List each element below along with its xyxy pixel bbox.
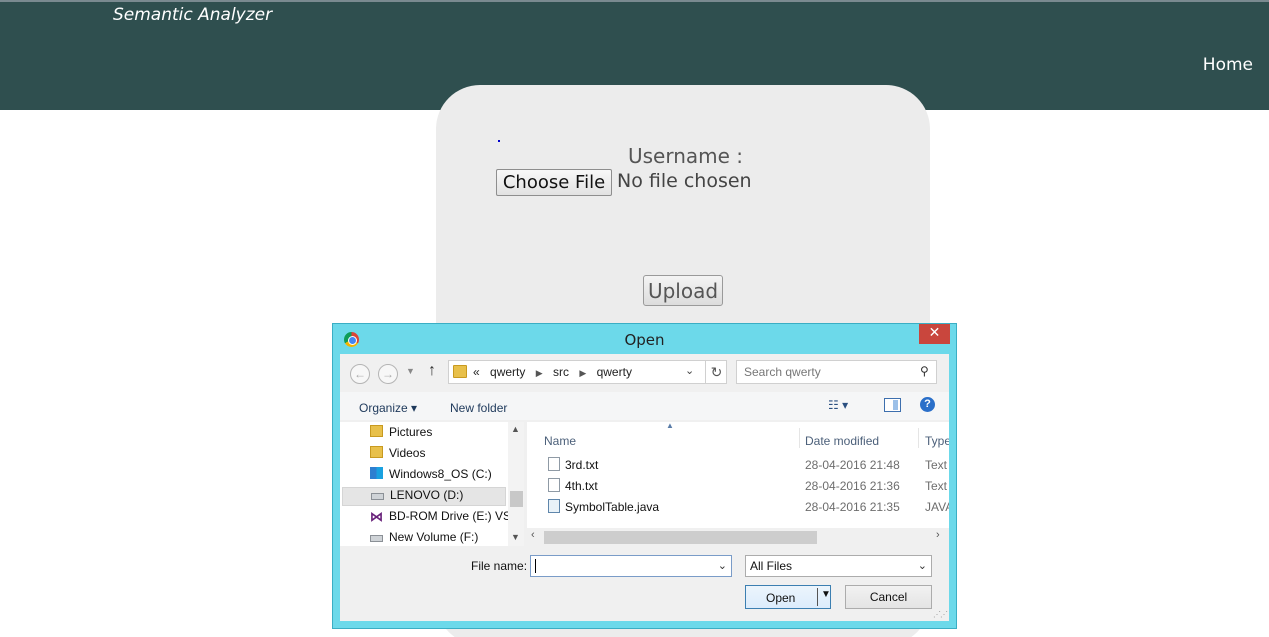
open-options-dropdown-icon[interactable]: ▼ [821, 589, 831, 600]
stray-dot [498, 140, 500, 142]
new-folder-button[interactable]: New folder [450, 401, 507, 415]
column-header-name[interactable]: Name [544, 434, 576, 448]
column-header-type[interactable]: Type [925, 434, 949, 448]
brand-title: Semantic Analyzer [113, 5, 273, 25]
windows-drive-icon [370, 467, 383, 479]
visual-studio-icon: ⋈ [370, 509, 383, 524]
nav-item-new-volume[interactable]: New Volume (F:) [370, 530, 508, 549]
file-name: 3rd.txt [565, 458, 599, 472]
dialog-body: ← → ▼ ↑ « qwerty ▶ src ▶ qwerty ⌄ ↻ Sear… [340, 354, 949, 621]
text-caret [535, 559, 536, 573]
help-icon[interactable]: ? [920, 397, 935, 412]
navigation-pane: Pictures Videos Windows8_OS (C:) LENOVO … [340, 422, 524, 546]
column-divider[interactable] [799, 428, 800, 448]
recent-locations-chevron-icon[interactable]: ▼ [406, 366, 415, 376]
scrollbar-thumb[interactable] [510, 491, 523, 507]
file-date: 28-04-2016 21:35 [805, 500, 900, 514]
dialog-titlebar[interactable]: Open ✕ [333, 324, 956, 354]
file-type: Text [925, 458, 948, 472]
split-divider [817, 588, 818, 606]
close-button[interactable]: ✕ [919, 324, 950, 344]
open-file-dialog: Open ✕ ← → ▼ ↑ « qwerty ▶ src ▶ qwerty ⌄… [332, 323, 957, 629]
column-divider[interactable] [918, 428, 919, 448]
back-arrow-icon[interactable]: ← [350, 364, 370, 384]
choose-file-button[interactable]: Choose File [496, 169, 612, 196]
file-type-select[interactable]: All Files ⌄ [745, 555, 932, 577]
scroll-down-arrow-icon[interactable]: ▼ [511, 532, 520, 542]
nav-item-label: Videos [389, 446, 426, 460]
horizontal-scrollbar[interactable]: ‹ › [527, 528, 949, 546]
scroll-up-arrow-icon[interactable]: ▲ [511, 424, 520, 434]
file-list: ▲ Name Date modified Type 3rd.txt 28-04-… [527, 422, 949, 546]
file-row[interactable]: SymbolTable.java 28-04-2016 21:35 JAVA [527, 496, 949, 517]
file-date: 28-04-2016 21:48 [805, 458, 900, 472]
text-file-icon [548, 457, 560, 471]
breadcrumb-separator-icon[interactable]: ▶ [579, 368, 586, 378]
search-input[interactable]: Search qwerty [736, 360, 937, 384]
file-row[interactable]: 3rd.txt 28-04-2016 21:48 Text [527, 454, 949, 475]
text-file-icon [548, 478, 560, 492]
nav-item-videos[interactable]: Videos [370, 446, 508, 465]
nav-item-lenovo[interactable]: LENOVO (D:) [342, 487, 506, 506]
nav-item-label: New Volume (F:) [389, 530, 479, 544]
search-icon[interactable]: ⚲ [920, 364, 929, 378]
breadcrumb-item[interactable]: src [553, 365, 569, 379]
breadcrumb-item[interactable]: qwerty [490, 365, 525, 379]
scrollbar-thumb[interactable] [544, 531, 817, 544]
address-dropdown-icon[interactable]: ⌄ [685, 364, 694, 377]
nav-item-windows8-os[interactable]: Windows8_OS (C:) [370, 467, 508, 486]
breadcrumb-item[interactable]: qwerty [597, 365, 632, 379]
nav-item-pictures[interactable]: Pictures [370, 425, 508, 444]
file-type: JAVA [925, 500, 949, 514]
column-header-date[interactable]: Date modified [805, 434, 879, 448]
open-button[interactable]: Open ▼ [745, 585, 831, 609]
no-file-chosen-text: No file chosen [617, 170, 752, 192]
nav-item-bd-rom[interactable]: ⋈ BD-ROM Drive (E:) VS2 [370, 509, 508, 528]
folder-icon [370, 446, 383, 458]
scroll-left-arrow-icon[interactable]: ‹ [531, 529, 535, 541]
refresh-icon[interactable]: ↻ [705, 361, 727, 383]
chevron-down-icon[interactable]: ⌄ [718, 559, 727, 572]
nav-item-label: Pictures [389, 425, 433, 439]
breadcrumb-separator-icon[interactable]: ▶ [536, 368, 543, 378]
folder-icon [453, 365, 467, 378]
file-date: 28-04-2016 21:36 [805, 479, 900, 493]
file-type-value: All Files [750, 559, 793, 573]
breadcrumb-overflow[interactable]: « [473, 365, 480, 379]
home-link[interactable]: Home [1203, 55, 1253, 75]
upload-button[interactable]: Upload [643, 275, 723, 306]
file-row[interactable]: 4th.txt 28-04-2016 21:36 Text [527, 475, 949, 496]
resize-grip-icon[interactable]: ⋰⋰ [933, 610, 948, 619]
dialog-toolbar: Organize ▾ New folder ☷ ▾ ? [340, 392, 949, 420]
open-button-label: Open [766, 591, 796, 605]
drive-icon [370, 535, 383, 542]
nav-item-label: BD-ROM Drive (E:) VS2 [389, 509, 508, 523]
change-view-icon[interactable]: ☷ ▾ [828, 398, 848, 412]
username-label: Username : [628, 144, 744, 168]
nav-item-label: LENOVO (D:) [390, 488, 464, 502]
file-name: SymbolTable.java [565, 500, 660, 514]
breadcrumb: « qwerty ▶ src ▶ qwerty [473, 365, 639, 379]
organize-menu[interactable]: Organize ▾ [359, 401, 417, 415]
scroll-right-arrow-icon[interactable]: › [936, 529, 940, 541]
preview-pane-icon[interactable] [884, 398, 901, 412]
folder-icon [370, 425, 383, 437]
nav-scrollbar[interactable]: ▲ ▼ [508, 422, 524, 546]
address-bar[interactable]: « qwerty ▶ src ▶ qwerty ⌄ ↻ [448, 360, 727, 384]
chevron-down-icon[interactable]: ⌄ [918, 559, 927, 572]
file-name-input[interactable]: ⌄ [530, 555, 732, 577]
drive-icon [371, 493, 384, 500]
forward-arrow-icon[interactable]: → [378, 364, 398, 384]
nav-item-label: Windows8_OS (C:) [389, 467, 492, 481]
up-arrow-icon[interactable]: ↑ [428, 362, 436, 380]
sort-ascending-icon: ▲ [666, 422, 674, 430]
cancel-button[interactable]: Cancel [845, 585, 932, 609]
file-type: Text [925, 479, 948, 493]
file-name: 4th.txt [565, 479, 598, 493]
dialog-title: Open [624, 331, 665, 349]
java-file-icon [548, 499, 560, 513]
file-name-label: File name: [471, 559, 528, 573]
